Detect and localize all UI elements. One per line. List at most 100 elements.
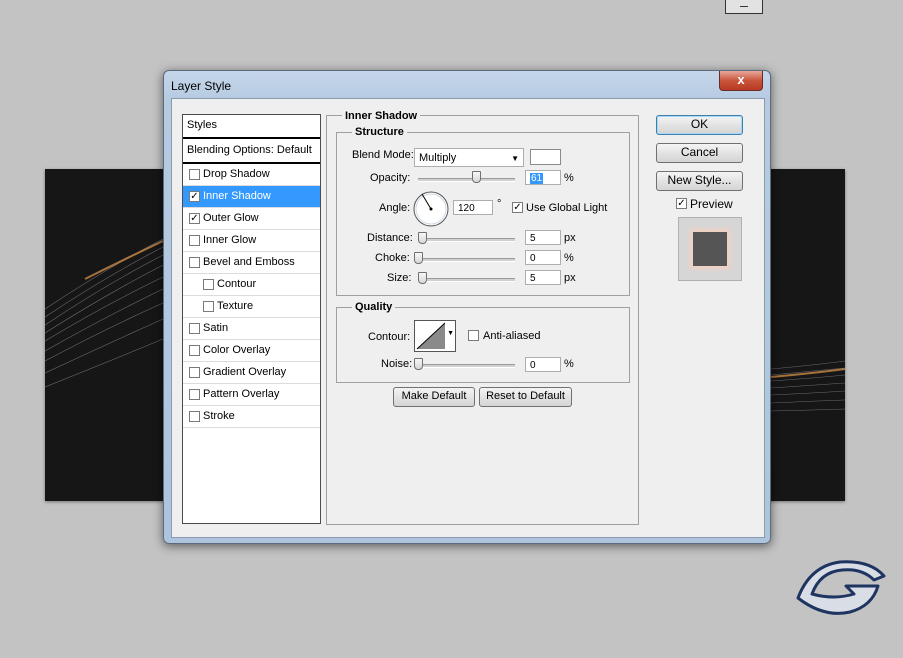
use-global-light-checkbox[interactable]: ✓ <box>512 202 523 213</box>
size-value: 5 <box>530 273 536 284</box>
style-item-checkbox[interactable] <box>203 301 214 312</box>
choke-value: 0 <box>530 253 536 264</box>
style-item-checkbox[interactable] <box>189 411 200 422</box>
distance-label: Distance: <box>367 232 413 244</box>
noise-slider-thumb[interactable] <box>414 358 423 370</box>
preview-swatch <box>693 232 727 266</box>
blend-mode-select[interactable]: Multiply ▼ <box>414 148 524 167</box>
style-item-label: Drop Shadow <box>203 168 270 180</box>
size-unit: px <box>564 272 576 284</box>
dialog-title: Layer Style <box>171 79 232 93</box>
style-item-checkbox[interactable]: ✓ <box>189 191 200 202</box>
size-slider-track[interactable] <box>418 278 515 282</box>
style-item-checkbox[interactable] <box>189 389 200 400</box>
distance-input[interactable]: 5 <box>525 230 561 245</box>
noise-slider-track[interactable] <box>418 364 515 368</box>
style-item-checkbox[interactable] <box>189 345 200 356</box>
distance-slider-thumb[interactable] <box>418 232 427 244</box>
blend-color-swatch[interactable] <box>530 149 561 165</box>
new-style-button[interactable]: New Style... <box>656 171 743 191</box>
quality-title: Quality <box>352 301 396 313</box>
cancel-button[interactable]: Cancel <box>656 143 743 163</box>
style-item-label: Outer Glow <box>203 212 259 224</box>
style-item-pattern-overlay[interactable]: Pattern Overlay <box>183 384 320 406</box>
layer-style-dialog: Layer Style x Styles Blending Options: D… <box>163 70 771 544</box>
style-item-bevel-and-emboss[interactable]: Bevel and Emboss <box>183 252 320 274</box>
style-item-label: Bevel and Emboss <box>203 256 295 268</box>
opacity-unit: % <box>564 172 574 184</box>
styles-list: Styles Blending Options: Default Drop Sh… <box>182 114 321 524</box>
style-item-label: Gradient Overlay <box>203 366 287 378</box>
size-label: Size: <box>387 272 412 284</box>
preview-checkbox[interactable]: ✓ <box>676 198 687 209</box>
style-item-label: Contour <box>217 278 257 290</box>
angle-label: Angle: <box>379 202 411 214</box>
styles-header[interactable]: Styles <box>183 115 320 139</box>
contour-picker[interactable]: ▼ <box>414 320 456 352</box>
distance-value: 5 <box>530 233 536 244</box>
close-button[interactable]: x <box>719 71 763 91</box>
choke-input[interactable]: 0 <box>525 250 561 265</box>
contour-chevron-down-icon[interactable]: ▼ <box>447 330 454 337</box>
corner-icon[interactable] <box>725 0 763 14</box>
style-item-color-overlay[interactable]: Color Overlay <box>183 340 320 362</box>
opacity-slider-track[interactable] <box>418 178 515 182</box>
style-item-satin[interactable]: Satin <box>183 318 320 340</box>
style-item-drop-shadow[interactable]: Drop Shadow <box>183 164 320 186</box>
chevron-down-icon: ▼ <box>511 154 519 163</box>
style-item-gradient-overlay[interactable]: Gradient Overlay <box>183 362 320 384</box>
style-item-inner-glow[interactable]: Inner Glow <box>183 230 320 252</box>
distance-unit: px <box>564 232 576 244</box>
ok-button[interactable]: OK <box>656 115 743 135</box>
style-item-checkbox[interactable] <box>189 169 200 180</box>
style-item-checkbox[interactable]: ✓ <box>189 213 200 224</box>
angle-dial[interactable] <box>412 190 450 228</box>
angle-input[interactable]: 120 <box>453 200 493 215</box>
opacity-slider-thumb[interactable] <box>472 171 481 183</box>
structure-title: Structure <box>352 126 407 138</box>
reset-to-default-button[interactable]: Reset to Default <box>479 387 572 407</box>
style-item-checkbox[interactable] <box>189 367 200 378</box>
watermark-logo <box>796 560 886 615</box>
size-slider-thumb[interactable] <box>418 272 427 284</box>
contour-label: Contour: <box>368 331 411 343</box>
styles-header-label: Styles <box>187 119 217 131</box>
style-item-checkbox[interactable] <box>189 235 200 246</box>
style-item-outer-glow[interactable]: ✓ Outer Glow <box>183 208 320 230</box>
style-item-texture[interactable]: Texture <box>183 296 320 318</box>
noise-value: 0 <box>530 360 536 371</box>
style-item-label: Texture <box>217 300 254 312</box>
style-item-label: Inner Glow <box>203 234 257 246</box>
style-item-label: Satin <box>203 322 229 334</box>
dialog-client-area: Styles Blending Options: Default Drop Sh… <box>171 98 765 538</box>
style-item-label: Inner Shadow <box>203 190 271 202</box>
noise-input[interactable]: 0 <box>525 357 561 372</box>
preview-thumbnail <box>678 217 742 281</box>
preview-label: Preview <box>690 197 733 211</box>
choke-slider-track[interactable] <box>418 258 515 262</box>
anti-aliased-checkbox[interactable] <box>468 330 479 341</box>
make-default-button[interactable]: Make Default <box>393 387 475 407</box>
style-item-label: Stroke <box>203 410 235 422</box>
choke-slider-thumb[interactable] <box>414 252 423 264</box>
size-input[interactable]: 5 <box>525 270 561 285</box>
noise-unit: % <box>564 358 574 370</box>
blending-options-row[interactable]: Blending Options: Default <box>183 139 320 164</box>
style-item-contour[interactable]: Contour <box>183 274 320 296</box>
style-item-stroke[interactable]: Stroke <box>183 406 320 428</box>
blend-mode-label: Blend Mode: <box>352 149 414 161</box>
choke-label: Choke: <box>375 252 410 264</box>
angle-value: 120 <box>458 203 475 214</box>
anti-aliased-label: Anti-aliased <box>483 330 541 342</box>
style-item-label: Color Overlay <box>203 344 271 356</box>
opacity-value: 61 <box>530 173 544 184</box>
style-item-checkbox[interactable] <box>189 323 200 334</box>
distance-slider-track[interactable] <box>418 238 515 242</box>
style-item-checkbox[interactable] <box>189 257 200 268</box>
style-item-inner-shadow[interactable]: ✓ Inner Shadow <box>183 186 320 208</box>
noise-label: Noise: <box>381 358 413 370</box>
opacity-input[interactable]: 61 <box>525 170 561 185</box>
use-global-light-label: Use Global Light <box>526 202 608 214</box>
style-item-checkbox[interactable] <box>203 279 214 290</box>
blend-mode-value: Multiply <box>419 152 457 164</box>
